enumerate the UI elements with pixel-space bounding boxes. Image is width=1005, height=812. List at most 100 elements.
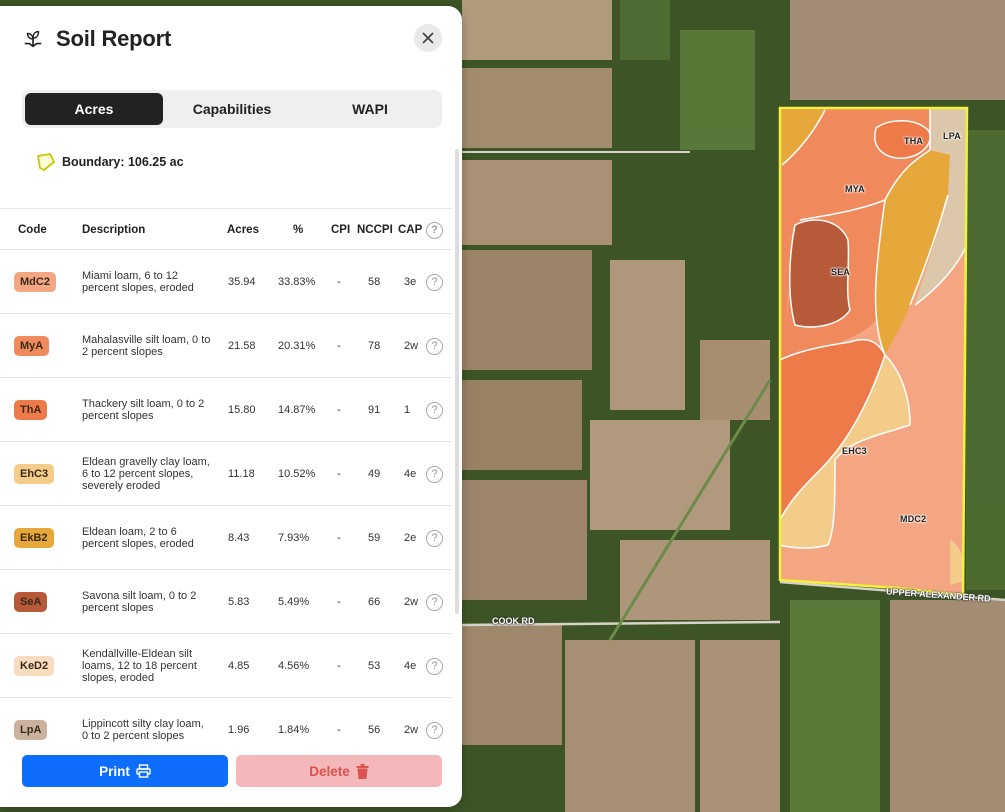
soil-map-label: EHC3	[842, 446, 867, 456]
column-header-cpi[interactable]: CPI	[331, 209, 350, 251]
soil-acres: 1.96	[228, 724, 250, 736]
plant-icon	[24, 30, 42, 48]
soil-cap: 2w	[404, 340, 419, 352]
panel-footer: Print Delete	[0, 748, 462, 807]
road-label: COOK RD	[492, 616, 535, 626]
close-button[interactable]	[414, 24, 442, 52]
delete-button[interactable]: Delete	[236, 755, 442, 787]
help-icon[interactable]: ?	[426, 250, 443, 314]
soil-cpi: -	[337, 404, 341, 416]
table-row[interactable]: KeD2 Kendallville-Eldean silt loams, 12 t…	[0, 634, 452, 698]
table-row[interactable]: MyA Mahalasville silt loam, 0 to 2 percen…	[0, 314, 452, 378]
soil-description: Thackery silt loam, 0 to 2 percent slope…	[82, 398, 205, 422]
soil-percent: 14.87%	[278, 404, 316, 416]
soil-code-badge: MdC2	[14, 272, 56, 292]
table-row[interactable]: LpA Lippincott silty clay loam, 0 to 2 pe…	[0, 698, 452, 754]
delete-button-label: Delete	[309, 763, 350, 779]
column-header-nccpi[interactable]: NCCPI	[357, 209, 393, 251]
soil-percent: 10.52%	[278, 468, 316, 480]
soil-acres: 35.94	[228, 276, 256, 288]
column-header-acres[interactable]: Acres	[227, 209, 259, 251]
soil-cap: 4e	[404, 468, 417, 480]
help-icon[interactable]: ?	[426, 570, 443, 634]
boundary-info: Boundary: 106.25 ac	[36, 152, 184, 172]
soil-code-badge: ThA	[14, 400, 48, 420]
soil-cpi: -	[337, 340, 341, 352]
boundary-acres: Boundary: 106.25 ac	[62, 155, 184, 169]
table-row[interactable]: MdC2 Miami loam, 6 to 12 percent slopes, …	[0, 250, 452, 314]
soil-map-label: SEA	[831, 267, 851, 277]
soil-cpi: -	[337, 660, 341, 672]
soil-description: Lippincott silty clay loam, 0 to 2 perce…	[82, 718, 204, 742]
soil-acres: 5.83	[228, 596, 250, 608]
help-icon[interactable]: ?	[426, 314, 443, 378]
soil-code-badge: EhC3	[14, 464, 55, 484]
help-icon[interactable]: ?	[426, 378, 443, 442]
print-button-label: Print	[99, 763, 130, 779]
soil-nccpi: 56	[368, 724, 381, 736]
soil-code-badge: KeD2	[14, 656, 55, 676]
soil-nccpi: 91	[368, 404, 381, 416]
soil-acres: 4.85	[228, 660, 250, 672]
printer-icon	[136, 764, 151, 778]
soil-cap: 2w	[404, 724, 419, 736]
soil-table-header: Code Description Acres % CPI NCCPI CAP ?	[0, 208, 452, 250]
soil-acres: 8.43	[228, 532, 250, 544]
table-row[interactable]: SeA Savona silt loam, 0 to 2 percent slop…	[0, 570, 452, 634]
soil-map-label: MDC2	[900, 514, 927, 524]
soil-percent: 7.93%	[278, 532, 310, 544]
soil-cap: 3e	[404, 276, 417, 288]
soil-report-panel: Soil Report Acres Capabilities WAPI Boun…	[0, 6, 462, 807]
soil-acres: 11.18	[228, 468, 255, 480]
help-icon[interactable]: ?	[426, 209, 443, 251]
soil-percent: 1.84%	[278, 724, 310, 736]
soil-code-badge: LpA	[14, 720, 48, 740]
soil-cpi: -	[337, 724, 341, 736]
column-header-percent[interactable]: %	[293, 209, 303, 251]
soil-percent: 20.31%	[278, 340, 316, 352]
soil-nccpi: 53	[368, 660, 381, 672]
soil-percent: 4.56%	[278, 660, 310, 672]
soil-map-label: THA	[904, 136, 924, 146]
soil-nccpi: 58	[368, 276, 381, 288]
soil-table-body: MdC2 Miami loam, 6 to 12 percent slopes, …	[0, 250, 452, 754]
soil-nccpi: 78	[368, 340, 381, 352]
soil-description: Eldean loam, 2 to 6 percent slopes, erod…	[82, 526, 194, 550]
trash-icon	[356, 763, 369, 779]
column-header-code[interactable]: Code	[18, 209, 47, 251]
soil-acres: 21.58	[228, 340, 256, 352]
page-title: Soil Report	[56, 26, 172, 51]
column-header-description[interactable]: Description	[82, 209, 145, 251]
table-row[interactable]: EhC3 Eldean gravelly clay loam, 6 to 12 p…	[0, 442, 452, 506]
soil-description: Miami loam, 6 to 12 percent slopes, erod…	[82, 270, 194, 294]
close-icon	[422, 32, 434, 44]
soil-percent: 33.83%	[278, 276, 316, 288]
soil-cpi: -	[337, 596, 341, 608]
soil-cpi: -	[337, 468, 341, 480]
help-icon[interactable]: ?	[426, 698, 443, 754]
soil-cpi: -	[337, 532, 341, 544]
column-header-cap[interactable]: CAP	[398, 209, 422, 251]
soil-code-badge: SeA	[14, 592, 48, 612]
soil-nccpi: 49	[368, 468, 381, 480]
report-tabs: Acres Capabilities WAPI	[22, 90, 442, 128]
soil-description: Eldean gravelly clay loam, 6 to 12 perce…	[82, 456, 210, 492]
soil-cap: 2e	[404, 532, 417, 544]
tab-capabilities[interactable]: Capabilities	[163, 93, 301, 125]
table-row[interactable]: ThA Thackery silt loam, 0 to 2 percent sl…	[0, 378, 452, 442]
help-icon[interactable]: ?	[426, 442, 443, 506]
print-button[interactable]: Print	[22, 755, 228, 787]
tab-wapi[interactable]: WAPI	[301, 93, 439, 125]
table-row[interactable]: EkB2 Eldean loam, 2 to 6 percent slopes, …	[0, 506, 452, 570]
help-icon[interactable]: ?	[426, 506, 443, 570]
soil-cpi: -	[337, 276, 341, 288]
soil-map-label: MYA	[845, 184, 865, 194]
soil-acres: 15.80	[228, 404, 256, 416]
panel-header: Soil Report	[22, 24, 171, 54]
tab-acres[interactable]: Acres	[25, 93, 163, 125]
scrollbar[interactable]	[455, 149, 459, 614]
soil-percent: 5.49%	[278, 596, 310, 608]
soil-polygons	[780, 108, 967, 595]
soil-description: Savona silt loam, 0 to 2 percent slopes	[82, 590, 197, 614]
help-icon[interactable]: ?	[426, 634, 443, 698]
